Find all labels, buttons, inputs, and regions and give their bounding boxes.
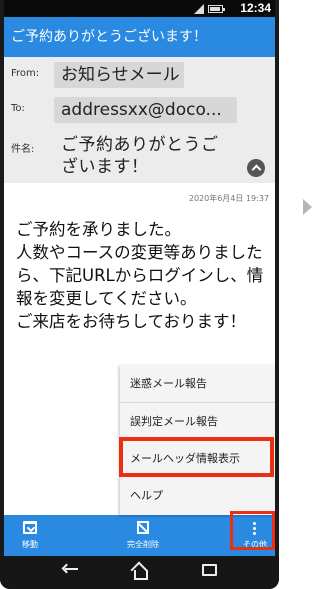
message-date: 2020年6月4日 19:37 — [188, 194, 269, 203]
to-label: To: — [11, 103, 25, 114]
navigation-bar — [0, 556, 279, 589]
menu-item-misjudged-report[interactable]: 誤判定メール報告 — [120, 402, 275, 439]
menu-item-spam-report[interactable]: 迷惑メール報告 — [120, 365, 275, 402]
page: 12:34 ご予約ありがとうございます！ From: お知らせメール To: a… — [0, 0, 318, 589]
menu-item-help[interactable]: ヘルプ — [120, 476, 275, 513]
status-bar: 12:34 — [4, 0, 275, 17]
menu-highlight-frame — [119, 437, 274, 477]
delete-button[interactable]: 完全削除 — [114, 515, 172, 556]
phone-frame: 12:34 ご予約ありがとうございます！ From: お知らせメール To: a… — [0, 0, 279, 589]
back-icon[interactable] — [62, 564, 80, 578]
move-label: 移動 — [22, 540, 38, 549]
from-label: From: — [11, 68, 40, 79]
app-bar-title: ご予約ありがとうございます！ — [11, 29, 207, 45]
subject-label: 件名: — [11, 144, 35, 155]
delete-icon — [137, 521, 149, 534]
subject-value: ご予約ありがとうございます！ — [61, 135, 219, 177]
app-bar: ご予約ありがとうございます！ — [4, 17, 275, 57]
from-value[interactable]: お知らせメール — [54, 62, 184, 88]
status-time: 12:34 — [240, 1, 271, 15]
message-body: ご予約を承りました。 人数やコースの変更等ありましたら、下記URLからログインし、… — [16, 220, 264, 331]
recent-apps-icon[interactable] — [202, 564, 217, 576]
status-icons — [193, 3, 225, 14]
move-icon — [23, 521, 37, 534]
battery-icon — [208, 4, 225, 13]
delete-label: 完全削除 — [127, 540, 159, 549]
signal-icon — [193, 3, 204, 14]
mail-header: From: お知らせメール To: addressxx@doco... 件名: … — [4, 57, 275, 183]
collapse-icon[interactable] — [247, 159, 265, 177]
to-value[interactable]: addressxx@doco... — [54, 97, 237, 123]
more-button-highlight-frame — [230, 511, 275, 550]
next-arrow-icon — [303, 199, 312, 215]
move-button[interactable]: 移動 — [6, 515, 54, 556]
home-icon[interactable] — [131, 564, 148, 580]
